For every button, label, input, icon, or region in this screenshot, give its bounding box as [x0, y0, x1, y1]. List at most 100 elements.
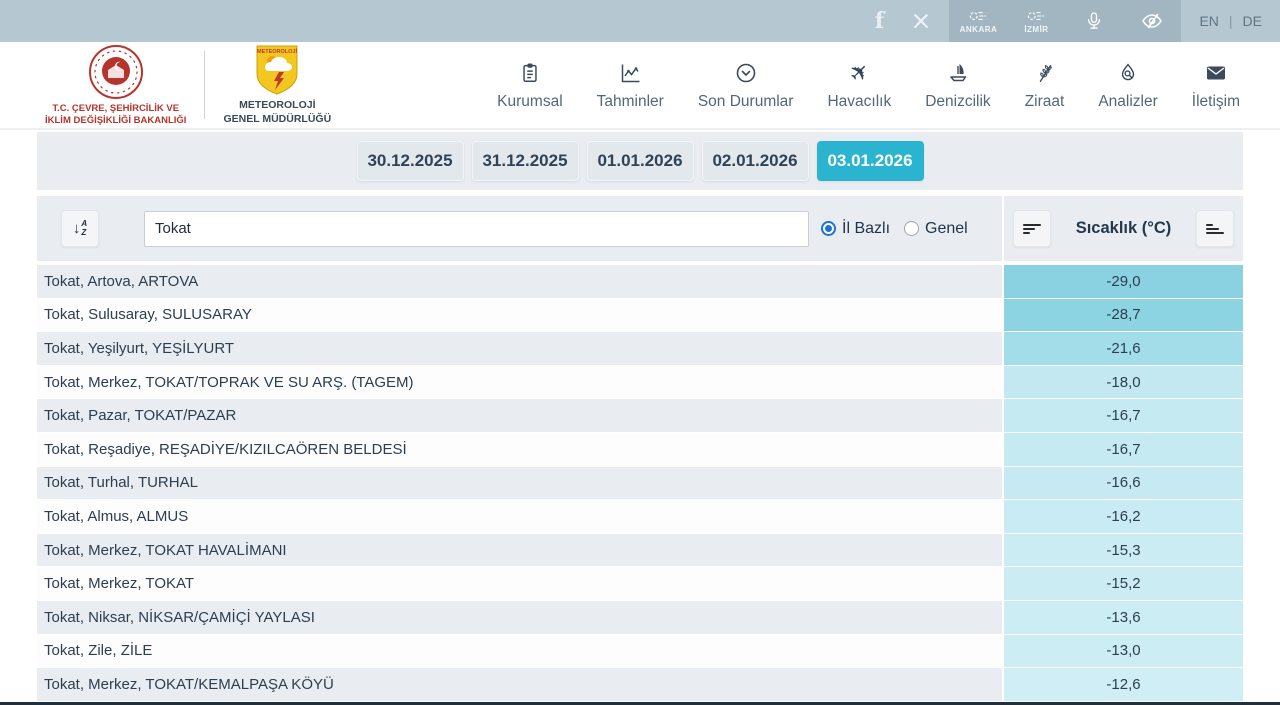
temperature-cell: -29,0 [1004, 265, 1243, 298]
wheat-icon [1034, 60, 1056, 86]
nav-item-tahminler[interactable]: Tahminler [597, 60, 664, 111]
temperature-column-header: Sıcaklık (°C) [1004, 196, 1243, 261]
nav-label: Havacılık [827, 93, 891, 111]
envelope-icon [1204, 60, 1228, 86]
clipboard-icon [519, 60, 541, 86]
table-row[interactable]: Tokat, Artova, ARTOVA -29,0 [37, 265, 1243, 298]
station-cell: Tokat, Niksar, NİKSAR/ÇAMİÇİ YAYLASI [37, 601, 1002, 634]
table-row[interactable]: Tokat, Niksar, NİKSAR/ÇAMİÇİ YAYLASI -13… [37, 601, 1243, 634]
main-nav: Kurumsal Tahminler Son Durumlar ✈ Havacı… [497, 60, 1280, 111]
temperature-cell: -12,6 [1004, 668, 1243, 701]
sun-wind-icon [967, 8, 989, 24]
izmir-weather-button[interactable]: İZMİR [1007, 0, 1065, 42]
ministry-name: T.C. ÇEVRE, ŞEHİRCİLİK VE İKLİM DEĞİŞİKL… [45, 103, 186, 127]
mgm-name: METEOROLOJİ GENEL MÜDÜRLÜĞÜ [223, 99, 331, 126]
station-cell: Tokat, Artova, ARTOVA [37, 265, 1002, 298]
ministry-logo[interactable]: T.C. ÇEVRE, ŞEHİRCİLİK VE İKLİM DEĞİŞİKL… [45, 44, 186, 127]
chart-icon [618, 60, 642, 86]
column-title: Sıcaklık (°C) [1076, 219, 1172, 238]
logo-divider [204, 51, 205, 119]
station-cell: Tokat, Merkez, TOKAT [37, 567, 1002, 600]
table-row[interactable]: Tokat, Pazar, TOKAT/PAZAR -16,7 [37, 399, 1243, 432]
station-cell: Tokat, Turhal, TURHAL [37, 467, 1002, 500]
nav-item-ziraat[interactable]: Ziraat [1025, 60, 1065, 111]
social-links: f [851, 0, 949, 42]
station-cell: Tokat, Merkez, TOKAT/KEMALPAŞA KÖYÜ [37, 668, 1002, 701]
station-cell: Tokat, Almus, ALMUS [37, 500, 1002, 533]
microphone-icon[interactable] [1065, 0, 1123, 42]
station-cell: Tokat, Reşadiye, REŞADİYE/KIZILCAÖREN BE… [37, 433, 1002, 466]
filter-radios: İl Bazlı Genel [821, 220, 968, 238]
nav-label: Kurumsal [497, 93, 562, 111]
temperature-cell: -13,0 [1004, 635, 1243, 668]
table-row[interactable]: Tokat, Merkez, TOKAT -15,2 [37, 567, 1243, 600]
facebook-icon[interactable]: f [865, 7, 893, 35]
date-tab-active[interactable]: 03.01.2026 [817, 141, 924, 181]
station-cell: Tokat, Sulusaray, SULUSARAY [37, 299, 1002, 332]
temperature-cell: -21,6 [1004, 332, 1243, 365]
sort-descending-button[interactable] [1013, 210, 1051, 247]
topbar: f ANKARA İZMİR [0, 0, 1280, 42]
nav-item-havacilik[interactable]: ✈ Havacılık [827, 60, 891, 111]
radio-genel[interactable]: Genel [904, 220, 968, 238]
date-tab[interactable]: 31.12.2025 [472, 141, 579, 181]
content: 30.12.2025 31.12.2025 01.01.2026 02.01.2… [37, 132, 1243, 701]
filter-row: ↓AZ İl Bazlı Genel Sıcaklık (°C) [37, 196, 1243, 261]
temperature-cell: -15,2 [1004, 567, 1243, 600]
date-tab[interactable]: 01.01.2026 [587, 141, 694, 181]
lang-en[interactable]: EN [1199, 13, 1218, 29]
accessibility-eye-icon[interactable] [1123, 0, 1181, 42]
logos: T.C. ÇEVRE, ŞEHİRCİLİK VE İKLİM DEĞİŞİKL… [0, 44, 331, 127]
filter-panel: ↓AZ İl Bazlı Genel [37, 196, 1002, 261]
temperature-cell: -16,2 [1004, 500, 1243, 533]
nav-item-denizcilik[interactable]: Denizcilik [925, 60, 990, 111]
ankara-weather-button[interactable]: ANKARA [949, 0, 1007, 42]
x-twitter-icon[interactable] [907, 7, 935, 35]
date-tab[interactable]: 02.01.2026 [702, 141, 809, 181]
svg-text:METEOROLOJİ: METEOROLOJİ [257, 48, 298, 55]
ministry-emblem-icon [88, 44, 144, 100]
mgm-shield-icon: METEOROLOJİ [254, 44, 300, 96]
temperature-cell: -28,7 [1004, 299, 1243, 332]
sort-alpha-button[interactable]: ↓AZ [61, 210, 99, 247]
table-row[interactable]: Tokat, Sulusaray, SULUSARAY -28,7 [37, 299, 1243, 332]
date-tabs: 30.12.2025 31.12.2025 01.01.2026 02.01.2… [37, 132, 1243, 190]
table-row[interactable]: Tokat, Almus, ALMUS -16,2 [37, 500, 1243, 533]
temperature-cell: -16,7 [1004, 433, 1243, 466]
ankara-label: ANKARA [960, 25, 998, 34]
table-row[interactable]: Tokat, Merkez, TOKAT/KEMALPAŞA KÖYÜ -12,… [37, 668, 1243, 701]
mgm-logo[interactable]: METEOROLOJİ METEOROLOJİ GENEL MÜDÜRLÜĞÜ [223, 44, 331, 126]
nav-label: Analizler [1098, 93, 1157, 111]
temperature-cell: -18,0 [1004, 366, 1243, 399]
nav-item-son-durumlar[interactable]: Son Durumlar [698, 60, 794, 111]
nav-item-analizler[interactable]: Analizler [1098, 60, 1157, 111]
station-cell: Tokat, Zile, ZİLE [37, 635, 1002, 668]
table-row[interactable]: Tokat, Yeşilyurt, YEŞİLYURT -21,6 [37, 332, 1243, 365]
table-row[interactable]: Tokat, Merkez, TOKAT HAVALİMANI -15,3 [37, 534, 1243, 567]
sort-ascending-button[interactable] [1196, 210, 1234, 247]
lang-de[interactable]: DE [1243, 13, 1262, 29]
station-search-input[interactable] [144, 211, 809, 247]
circle-chevron-icon [734, 60, 758, 86]
radio-selected-icon [821, 221, 836, 236]
sort-ascending-icon [1206, 224, 1224, 234]
nav-item-iletisim[interactable]: İletişim [1192, 60, 1240, 111]
radio-label: İl Bazlı [842, 220, 890, 238]
nav-item-kurumsal[interactable]: Kurumsal [497, 60, 562, 111]
station-cell: Tokat, Pazar, TOKAT/PAZAR [37, 399, 1002, 432]
radio-il-bazli[interactable]: İl Bazlı [821, 220, 890, 238]
nav-label: Son Durumlar [698, 93, 794, 111]
droplet-magnifier-icon [1117, 60, 1139, 86]
lang-separator: | [1229, 13, 1233, 29]
topbar-tools: ANKARA İZMİR [949, 0, 1181, 42]
sort-descending-icon [1023, 224, 1041, 234]
header: T.C. ÇEVRE, ŞEHİRCİLİK VE İKLİM DEĞİŞİKL… [0, 42, 1280, 130]
date-tab[interactable]: 30.12.2025 [357, 141, 464, 181]
temperature-cell: -16,6 [1004, 467, 1243, 500]
table-row[interactable]: Tokat, Merkez, TOKAT/TOPRAK VE SU ARŞ. (… [37, 366, 1243, 399]
temperature-cell: -13,6 [1004, 601, 1243, 634]
table-row[interactable]: Tokat, Zile, ZİLE -13,0 [37, 635, 1243, 668]
table-row[interactable]: Tokat, Turhal, TURHAL -16,6 [37, 467, 1243, 500]
table-row[interactable]: Tokat, Reşadiye, REŞADİYE/KIZILCAÖREN BE… [37, 433, 1243, 466]
plane-icon: ✈ [850, 60, 869, 86]
